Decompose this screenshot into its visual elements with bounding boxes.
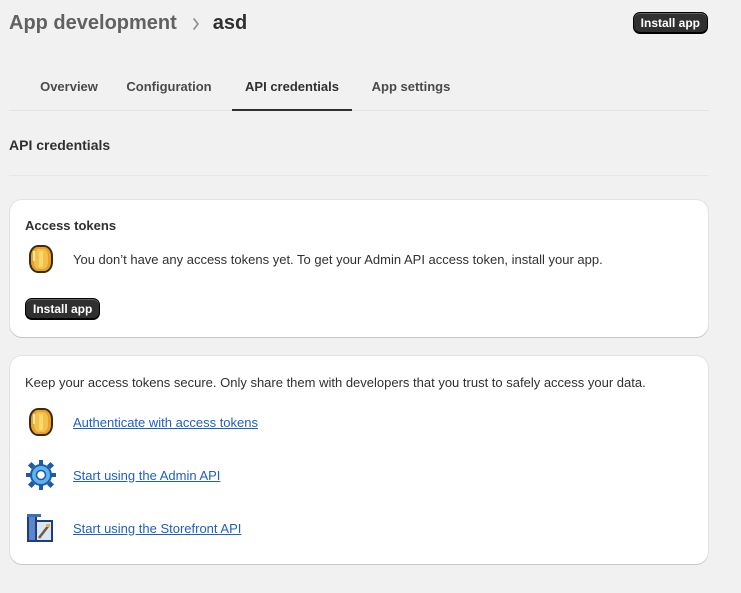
tab-bar: Overview Configuration API credentials A… xyxy=(9,66,709,111)
no-tokens-message: You don’t have any access tokens yet. To… xyxy=(73,251,603,267)
breadcrumb-parent-link[interactable]: App development xyxy=(9,12,177,35)
tab-api-credentials[interactable]: API credentials xyxy=(232,66,352,111)
breadcrumb: App development asd xyxy=(9,12,247,35)
chevron-right-icon xyxy=(192,17,199,30)
tab-configuration[interactable]: Configuration xyxy=(121,66,217,110)
no-tokens-message-row: You don’t have any access tokens yet. To… xyxy=(25,243,603,275)
docs-card: Keep your access tokens secure. Only sha… xyxy=(10,356,708,564)
section-divider xyxy=(9,175,709,176)
page-header: App development asd Install app xyxy=(9,10,709,40)
link-row-authenticate: Authenticate with access tokens xyxy=(25,406,258,438)
gear-icon xyxy=(26,460,56,490)
tab-app-settings[interactable]: App settings xyxy=(366,66,456,110)
coin-icon xyxy=(29,245,53,273)
card-install-app-button[interactable]: Install app xyxy=(25,298,101,320)
link-row-storefront-api: Start using the Storefront API xyxy=(25,512,241,544)
app-page: App development asd Install app Overview… xyxy=(0,0,741,593)
header-install-app-button[interactable]: Install app xyxy=(632,12,708,34)
admin-api-link[interactable]: Start using the Admin API xyxy=(73,468,220,483)
storefront-icon xyxy=(27,514,53,542)
link-row-admin-api: Start using the Admin API xyxy=(25,459,220,491)
storefront-api-link[interactable]: Start using the Storefront API xyxy=(73,521,241,536)
security-notice: Keep your access tokens secure. Only sha… xyxy=(25,375,646,390)
page-title: asd xyxy=(212,12,248,34)
access-tokens-heading: Access tokens xyxy=(25,218,117,233)
tab-overview[interactable]: Overview xyxy=(21,66,117,110)
section-title: API credentials xyxy=(9,137,111,153)
access-tokens-card: Access tokens You don’t have any access … xyxy=(10,200,708,337)
coin-icon xyxy=(29,408,53,436)
authenticate-link[interactable]: Authenticate with access tokens xyxy=(73,415,258,430)
